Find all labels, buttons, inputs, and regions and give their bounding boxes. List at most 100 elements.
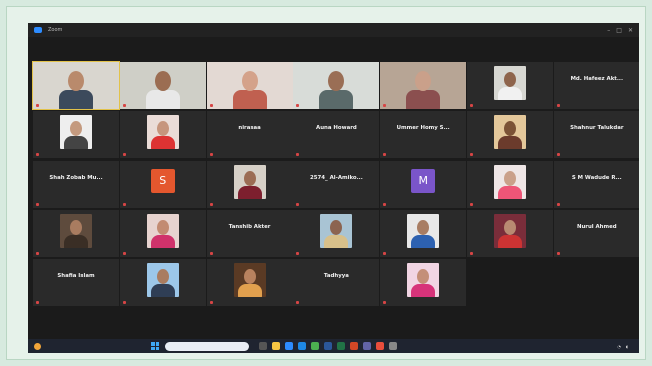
zoom-app-icon[interactable] bbox=[285, 342, 293, 350]
profile-photo bbox=[494, 66, 526, 100]
weather-widget[interactable] bbox=[34, 342, 41, 350]
maximize-icon[interactable]: □ bbox=[616, 27, 622, 34]
participant-tile[interactable] bbox=[467, 209, 553, 257]
participant-display-name: nirasaa bbox=[238, 125, 261, 132]
participant-tile[interactable]: S M Wadude R... bbox=[553, 160, 639, 208]
participant-name-label bbox=[470, 153, 475, 157]
muted-mic-icon bbox=[122, 104, 126, 107]
participant-tile[interactable] bbox=[206, 160, 293, 208]
participant-display-name: Ummer Homy S... bbox=[396, 125, 450, 132]
edge-browser-icon[interactable] bbox=[298, 342, 306, 350]
settings-icon[interactable] bbox=[389, 342, 397, 350]
participant-tile[interactable] bbox=[33, 209, 119, 257]
participant-tile[interactable] bbox=[33, 111, 119, 159]
participant-tile[interactable]: Shafia Islam bbox=[33, 259, 119, 307]
participant-name-label bbox=[122, 153, 128, 157]
participant-tile[interactable]: Tanshib Akter bbox=[206, 209, 293, 257]
participant-tile[interactable]: Md. Hafeez Akt... bbox=[553, 62, 639, 109]
participant-tile[interactable] bbox=[206, 62, 293, 109]
volume-icon[interactable]: ◖ bbox=[626, 344, 628, 349]
windows-start-icon[interactable] bbox=[151, 342, 159, 350]
participant-tile[interactable] bbox=[467, 111, 553, 159]
muted-mic-icon bbox=[122, 202, 126, 206]
avatar-initial: S bbox=[150, 168, 175, 193]
muted-mic-icon bbox=[383, 153, 387, 157]
muted-mic-icon bbox=[36, 104, 39, 107]
participant-display-name: Shah Zobab Mu... bbox=[49, 174, 103, 181]
participant-tile[interactable]: Shahnur Talukdar bbox=[553, 111, 639, 159]
participant-tile[interactable] bbox=[32, 61, 120, 110]
muted-mic-icon bbox=[36, 202, 39, 206]
muted-mic-icon bbox=[209, 153, 213, 157]
powerpoint-app-icon[interactable] bbox=[350, 342, 358, 350]
muted-mic-icon bbox=[36, 301, 39, 305]
participant-tile[interactable] bbox=[119, 111, 206, 159]
participant-tile[interactable] bbox=[293, 62, 380, 109]
zoom-meeting-window: Zoom – □ ✕ Md. Hafeez Akt... nirasaa Auna … bbox=[28, 23, 639, 353]
taskbar-search-input[interactable] bbox=[165, 341, 249, 351]
profile-photo bbox=[146, 213, 179, 248]
gallery-view: Md. Hafeez Akt... nirasaa Auna Howard Ummer… bbox=[32, 61, 639, 352]
participant-tile[interactable]: Ummer Homy S... bbox=[380, 111, 467, 159]
muted-mic-icon bbox=[209, 251, 213, 255]
avatar-initial: M bbox=[411, 168, 436, 193]
taskbar-apps bbox=[259, 342, 397, 350]
network-icon[interactable]: ◔ bbox=[617, 344, 621, 349]
participant-name-label bbox=[556, 104, 562, 107]
chrome-browser-icon[interactable] bbox=[311, 342, 319, 350]
participant-tile[interactable]: Tadhyya bbox=[293, 259, 380, 307]
participant-tile[interactable] bbox=[119, 62, 206, 109]
participant-video bbox=[380, 62, 467, 109]
participant-name-label bbox=[36, 104, 41, 107]
participant-display-name: Shahnur Talukdar bbox=[570, 125, 624, 132]
participant-tile[interactable]: 2574_ Al-Amiko... bbox=[293, 160, 380, 208]
word-app-icon[interactable] bbox=[324, 342, 332, 350]
muted-mic-icon bbox=[383, 301, 387, 305]
muted-mic-icon bbox=[383, 251, 387, 255]
participant-display-name: Auna Howard bbox=[316, 125, 357, 132]
participant-tile[interactable]: Nurul Ahmed bbox=[553, 209, 639, 257]
participant-tile[interactable] bbox=[206, 259, 293, 307]
file-explorer-icon[interactable] bbox=[272, 342, 280, 350]
profile-photo bbox=[233, 164, 266, 199]
excel-app-icon[interactable] bbox=[337, 342, 345, 350]
sun-icon bbox=[34, 342, 41, 350]
participant-name-label bbox=[383, 202, 388, 206]
muted-mic-icon bbox=[470, 251, 473, 255]
participant-tile[interactable] bbox=[380, 209, 467, 257]
close-icon[interactable]: ✕ bbox=[628, 27, 633, 34]
participant-display-name: Shafia Islam bbox=[57, 273, 95, 280]
participant-tile[interactable]: Shah Zobab Mu... bbox=[33, 160, 119, 208]
muted-mic-icon bbox=[296, 153, 300, 157]
participant-tile[interactable] bbox=[467, 62, 553, 109]
participant-tile[interactable] bbox=[119, 259, 206, 307]
muted-mic-icon bbox=[209, 202, 213, 206]
participant-video bbox=[33, 62, 119, 109]
profile-photo bbox=[60, 115, 92, 150]
minimize-icon[interactable]: – bbox=[607, 27, 610, 34]
system-tray: ◔ ◖ bbox=[617, 344, 633, 349]
participant-name-label bbox=[383, 301, 388, 305]
participant-tile[interactable]: Auna Howard bbox=[293, 111, 380, 159]
participant-tile[interactable]: M bbox=[380, 160, 467, 208]
teams-app-icon[interactable] bbox=[363, 342, 371, 350]
participant-tile[interactable] bbox=[467, 160, 553, 208]
participant-tile[interactable] bbox=[119, 209, 206, 257]
participant-name-label bbox=[209, 153, 215, 157]
participant-tile[interactable]: S bbox=[119, 160, 206, 208]
participant-tile[interactable] bbox=[380, 62, 467, 109]
participant-name-label bbox=[209, 251, 215, 255]
participant-name-label bbox=[556, 251, 562, 255]
participant-tile[interactable]: nirasaa bbox=[206, 111, 293, 159]
muted-mic-icon bbox=[556, 153, 560, 157]
image-frame: Zoom – □ ✕ Md. Hafeez Akt... nirasaa Auna … bbox=[6, 6, 646, 360]
participant-tile[interactable] bbox=[380, 259, 467, 307]
participant-name-label bbox=[383, 251, 388, 255]
task-view-icon[interactable] bbox=[259, 342, 267, 350]
profile-photo bbox=[146, 263, 179, 298]
muted-mic-icon bbox=[296, 251, 300, 255]
muted-mic-icon bbox=[556, 251, 560, 255]
participant-tile[interactable] bbox=[293, 209, 380, 257]
participant-video bbox=[119, 62, 206, 109]
media-app-icon[interactable] bbox=[376, 342, 384, 350]
